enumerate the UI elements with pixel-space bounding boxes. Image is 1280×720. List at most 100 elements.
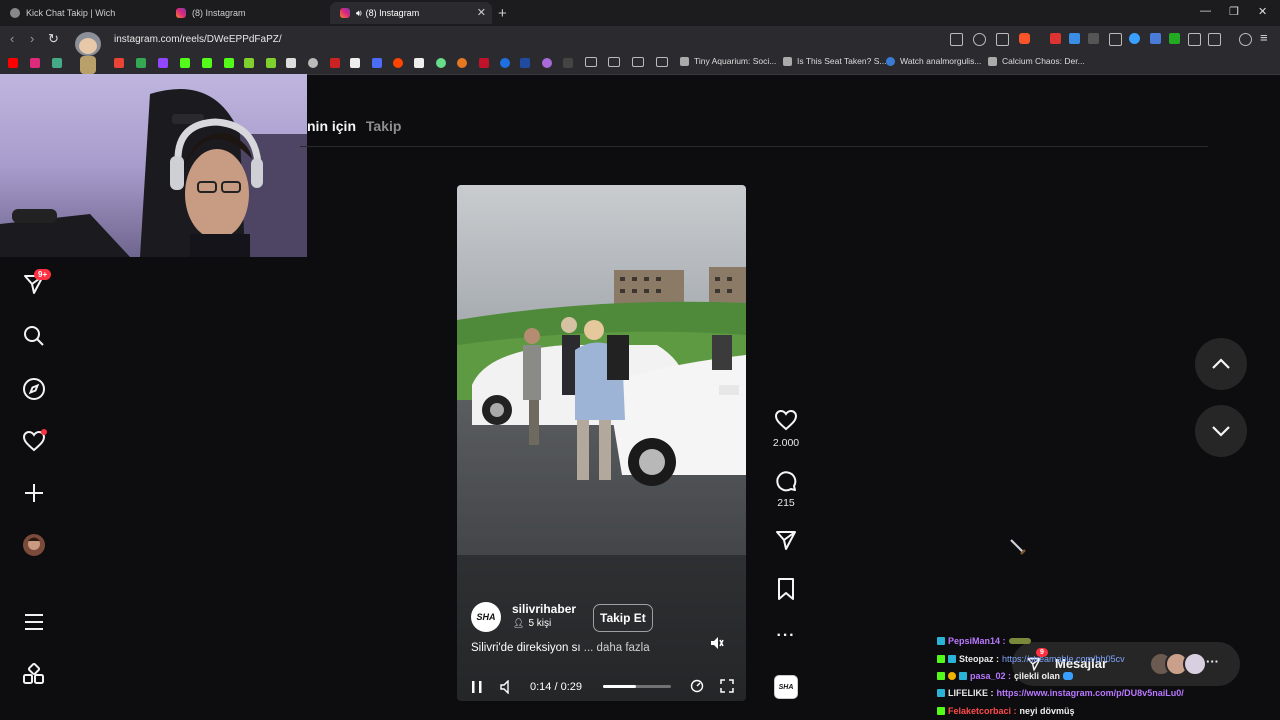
bookmark-icon[interactable] bbox=[542, 58, 552, 68]
volume-icon[interactable] bbox=[499, 679, 513, 699]
share-icon[interactable] bbox=[774, 528, 798, 557]
sidebar-toggle-icon[interactable] bbox=[1208, 33, 1221, 46]
new-tab-button[interactable]: + bbox=[498, 5, 507, 22]
bookmark-tiny-aquarium[interactable]: Tiny Aquarium: Soci... bbox=[680, 56, 776, 66]
youtube-icon[interactable] bbox=[8, 58, 18, 68]
bookmark-icon[interactable] bbox=[372, 58, 382, 68]
next-reel-button[interactable] bbox=[1195, 405, 1247, 457]
mute-icon[interactable] bbox=[710, 636, 724, 655]
zoom-icon[interactable] bbox=[973, 33, 986, 46]
instagram-icon[interactable] bbox=[30, 58, 40, 68]
forward-icon[interactable]: › bbox=[30, 31, 34, 46]
bookmark-icon[interactable] bbox=[52, 58, 62, 68]
folder-icon[interactable] bbox=[608, 57, 620, 67]
reel-username[interactable]: silivrihaber bbox=[512, 602, 576, 616]
extension-icon[interactable] bbox=[1150, 33, 1161, 44]
chat-link[interactable]: https://streamable.com/bh05cv bbox=[1002, 654, 1125, 664]
twitch-icon[interactable] bbox=[158, 58, 168, 68]
back-icon[interactable]: ‹ bbox=[10, 31, 14, 46]
more-options-icon[interactable]: ··· bbox=[774, 627, 798, 645]
drive-icon[interactable] bbox=[136, 58, 146, 68]
url-field[interactable]: instagram.com/reels/DWeEPPdFaPZ/ bbox=[100, 30, 1040, 50]
tab-instagram-1[interactable]: (8) Instagram bbox=[166, 2, 330, 24]
tab-following[interactable]: Takip bbox=[366, 118, 402, 134]
comment-icon[interactable] bbox=[774, 469, 798, 498]
bookmark-watch[interactable]: Watch analmorgulis... bbox=[886, 56, 981, 66]
restore-button[interactable]: ❐ bbox=[1229, 5, 1239, 18]
reddit-icon[interactable] bbox=[393, 58, 403, 68]
close-window-button[interactable]: ✕ bbox=[1258, 5, 1267, 18]
cast-icon[interactable] bbox=[950, 33, 963, 46]
video-progress-fill bbox=[603, 685, 636, 688]
reel-caption[interactable]: Silivri'de direksiyon sı ... daha fazla bbox=[471, 642, 650, 654]
kick-icon[interactable] bbox=[224, 58, 234, 68]
bookmark-icon[interactable] bbox=[308, 58, 318, 68]
brave-shield-icon[interactable] bbox=[1019, 33, 1030, 44]
follow-button[interactable]: Takip Et bbox=[593, 604, 653, 632]
steam-icon bbox=[783, 56, 792, 66]
extension-icon[interactable] bbox=[1129, 33, 1140, 44]
speed-icon[interactable] bbox=[690, 679, 704, 698]
share-icon[interactable] bbox=[996, 33, 1009, 46]
extension-icon[interactable] bbox=[1169, 33, 1180, 44]
close-tab-icon[interactable]: ✕ bbox=[477, 6, 486, 19]
bookmark-icon[interactable] bbox=[244, 58, 254, 68]
chat-username: Felaketcorbaci : bbox=[948, 706, 1017, 716]
minimize-button[interactable]: — bbox=[1200, 5, 1211, 17]
menu-icon[interactable]: ≡ bbox=[1260, 30, 1268, 45]
pause-icon[interactable] bbox=[471, 680, 483, 699]
also-from-meta-icon[interactable] bbox=[22, 662, 46, 687]
tab-kick-chat[interactable]: Kick Chat Takip | Wich bbox=[0, 2, 166, 24]
chat-text: çilekli olan bbox=[1014, 671, 1061, 681]
video-progress-bar[interactable] bbox=[603, 685, 671, 688]
more-menu-icon[interactable] bbox=[22, 610, 46, 634]
extension-icon[interactable] bbox=[1050, 33, 1061, 44]
audio-thumbnail[interactable]: SHA bbox=[774, 675, 798, 699]
puzzle-icon[interactable] bbox=[1188, 33, 1201, 46]
reel-video[interactable]: SHA silivrihaber 👤︎ 5 kişi Takip Et Siliv… bbox=[457, 185, 746, 701]
kick-icon[interactable] bbox=[202, 58, 212, 68]
previous-reel-button[interactable] bbox=[1195, 338, 1247, 390]
bookmark-seat-taken[interactable]: Is This Seat Taken? S... bbox=[783, 56, 886, 66]
extension-icon[interactable] bbox=[1069, 33, 1080, 44]
bookmark-calcium-chaos[interactable]: Calcium Chaos: Der... bbox=[988, 56, 1085, 66]
bookmark-icon[interactable] bbox=[457, 58, 467, 68]
chat-username: LIFELIKE : bbox=[948, 688, 994, 698]
save-icon[interactable] bbox=[774, 577, 798, 606]
bookmark-icon[interactable] bbox=[563, 58, 573, 68]
like-count: 2.000 bbox=[772, 437, 800, 449]
bookmark-icon[interactable] bbox=[500, 58, 510, 68]
folder-icon[interactable] bbox=[632, 57, 644, 67]
notifications-heart-icon[interactable] bbox=[22, 429, 47, 453]
bookmark-icon[interactable] bbox=[436, 58, 446, 68]
gmail-icon[interactable] bbox=[114, 58, 124, 68]
reload-icon[interactable]: ↻ bbox=[48, 31, 59, 47]
explore-icon[interactable] bbox=[22, 377, 46, 401]
search-icon[interactable] bbox=[22, 324, 46, 348]
music-icon[interactable] bbox=[1239, 33, 1252, 46]
bookmark-icon[interactable] bbox=[414, 58, 424, 68]
like-icon[interactable] bbox=[774, 409, 798, 436]
messages-more-icon[interactable]: ··· bbox=[1206, 654, 1219, 669]
bookmark-icon[interactable] bbox=[330, 58, 340, 68]
tab-instagram-active[interactable]: 🔊︎ (8) Instagram ✕ bbox=[330, 2, 492, 24]
x-icon[interactable] bbox=[350, 58, 360, 68]
bookmark-icon[interactable] bbox=[479, 58, 489, 68]
more-link[interactable]: ... daha fazla bbox=[584, 642, 650, 654]
bookmark-label: Is This Seat Taken? S... bbox=[797, 56, 887, 66]
profile-avatar[interactable] bbox=[22, 533, 46, 557]
create-plus-icon[interactable] bbox=[22, 481, 46, 505]
anchor-icon[interactable] bbox=[286, 58, 296, 68]
kick-icon[interactable] bbox=[180, 58, 190, 68]
tab-for-you[interactable]: nin için bbox=[307, 118, 356, 134]
extension-icon[interactable] bbox=[1088, 33, 1099, 44]
extension-icon[interactable] bbox=[1109, 33, 1122, 46]
reel-author-avatar[interactable]: SHA bbox=[471, 602, 501, 632]
bookmark-icon[interactable] bbox=[266, 58, 276, 68]
folder-icon[interactable] bbox=[656, 57, 668, 67]
speaker-icon[interactable]: 🔊︎ bbox=[356, 8, 362, 19]
folder-icon[interactable] bbox=[585, 57, 597, 67]
chat-link[interactable]: https://www.instagram.com/p/DU8v5naiLu0/ bbox=[997, 688, 1184, 698]
bookmark-icon[interactable] bbox=[520, 58, 530, 68]
fullscreen-icon[interactable] bbox=[720, 679, 734, 698]
